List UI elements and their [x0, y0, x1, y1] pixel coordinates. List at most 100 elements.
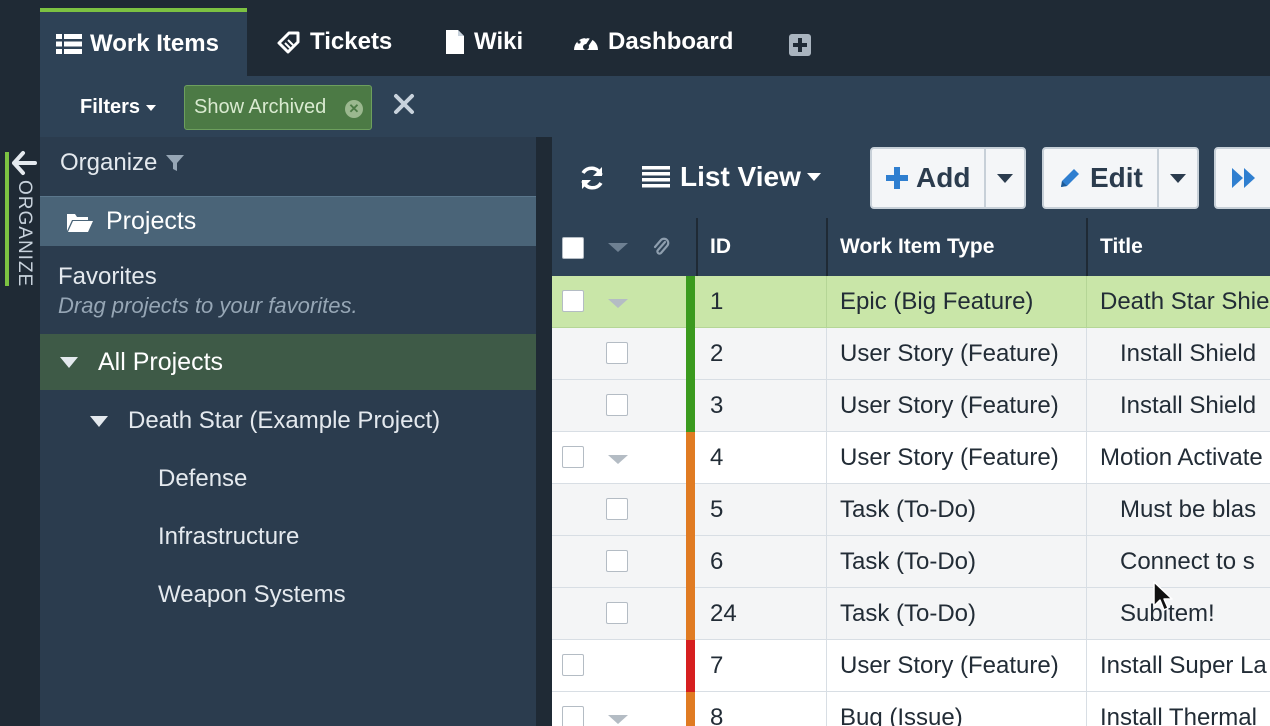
status-color-bar [686, 328, 695, 380]
fast-forward-button[interactable] [1216, 149, 1270, 207]
cell-title: Connect to s [1120, 548, 1255, 575]
add-tab-icon[interactable] [788, 33, 812, 57]
filter-icon[interactable] [165, 153, 185, 173]
tab-dashboard[interactable]: Dashboard [572, 8, 733, 76]
tab-wiki[interactable]: Wiki [444, 8, 523, 76]
row-checkbox[interactable] [606, 394, 628, 416]
expand-triangle-icon[interactable] [608, 715, 628, 724]
cell-work-item-type: User Story (Feature) [840, 652, 1059, 679]
paperclip-icon[interactable] [652, 236, 670, 258]
table-row[interactable]: 1 Epic (Big Feature) Death Star Shie [552, 276, 1270, 328]
expand-all-icon[interactable] [608, 243, 628, 252]
cell-id: 8 [710, 704, 724, 726]
cell-work-item-type: Task (To-Do) [840, 548, 977, 575]
row-checkbox[interactable] [562, 290, 584, 312]
project-label: Death Star (Example Project) [128, 407, 441, 434]
view-selector[interactable]: List View [642, 161, 821, 193]
close-icon[interactable] [392, 92, 416, 116]
arrow-left-icon[interactable] [11, 150, 37, 176]
top-tab-bar: Work Items Tickets Wiki Dashboard [40, 0, 1270, 76]
expand-triangle-icon[interactable] [608, 299, 628, 308]
cell-id: 7 [710, 652, 724, 679]
next-button-group[interactable] [1214, 147, 1270, 209]
cell-title: Install Shield [1120, 340, 1257, 367]
subproject-label: Defense [158, 465, 248, 492]
expand-triangle-icon[interactable] [90, 415, 108, 427]
cell-id: 6 [710, 548, 724, 575]
tree-item-project[interactable]: Death Star (Example Project) [90, 407, 440, 435]
row-checkbox[interactable] [606, 498, 628, 520]
expand-triangle-icon[interactable] [60, 356, 78, 368]
caret-down-icon [1169, 173, 1186, 183]
select-all-checkbox[interactable] [562, 237, 584, 259]
status-color-bar [686, 276, 695, 328]
status-color-bar [686, 640, 695, 692]
sidebar-heading: Organize [60, 149, 158, 176]
row-checkbox[interactable] [562, 446, 584, 468]
tree-item-infrastructure[interactable]: Infrastructure [158, 523, 299, 551]
column-separator[interactable] [826, 218, 828, 276]
cell-work-item-type: Epic (Big Feature) [840, 288, 1034, 315]
organize-strip[interactable]: ORGANIZE [0, 0, 40, 726]
row-checkbox[interactable] [562, 706, 584, 726]
column-header-id[interactable]: ID [710, 218, 731, 276]
table-row[interactable]: 7 User Story (Feature) Install Super La [552, 640, 1270, 692]
cell-divider [1086, 536, 1087, 588]
work-items-grid-panel: List View Add Edit ID Work Item Type Tit… [552, 137, 1270, 726]
folder-open-icon [67, 213, 93, 232]
cell-id: 5 [710, 496, 724, 523]
list-lines-icon [642, 166, 670, 188]
table-row[interactable]: 2 User Story (Feature) Install Shield [552, 328, 1270, 380]
pencil-icon [1061, 169, 1079, 187]
caret-down-icon [997, 173, 1014, 183]
cell-divider [826, 640, 827, 692]
tree-item-weapon-systems[interactable]: Weapon Systems [158, 581, 346, 609]
refresh-icon[interactable] [578, 164, 606, 192]
cell-divider [1086, 276, 1087, 328]
edit-button[interactable]: Edit [1044, 149, 1159, 207]
tab-label: Wiki [474, 28, 524, 55]
list-icon [56, 34, 82, 54]
expand-triangle-icon[interactable] [608, 455, 628, 464]
sidebar-item-projects[interactable]: Projects [40, 196, 536, 246]
cell-title: Install Thermal [1100, 704, 1257, 726]
cell-title: Install Super La [1100, 652, 1267, 679]
cell-divider [1086, 588, 1087, 640]
cell-title: Must be blas [1120, 496, 1257, 523]
row-checkbox[interactable] [562, 654, 584, 676]
tree-item-defense[interactable]: Defense [158, 465, 247, 493]
cell-work-item-type: User Story (Feature) [840, 392, 1059, 419]
row-checkbox[interactable] [606, 550, 628, 572]
add-button[interactable]: Add [872, 149, 987, 207]
all-projects-label: All Projects [98, 347, 224, 376]
caret-down-icon [146, 104, 157, 111]
cell-divider [1086, 640, 1087, 692]
add-dropdown-button[interactable] [986, 149, 1024, 207]
column-separator[interactable] [696, 218, 698, 276]
cell-divider [1086, 432, 1087, 484]
remove-chip-icon[interactable]: ✕ [345, 100, 363, 118]
cell-divider [826, 484, 827, 536]
status-color-bar [686, 536, 695, 588]
tab-tickets[interactable]: Tickets [276, 8, 392, 76]
filter-chip-show-archived[interactable]: Show Archived ✕ [184, 85, 372, 130]
table-row[interactable]: 4 User Story (Feature) Motion Activate [552, 432, 1270, 484]
grid-header: ID Work Item Type Title [552, 218, 1270, 276]
table-row[interactable]: 3 User Story (Feature) Install Shield [552, 380, 1270, 432]
filters-dropdown[interactable]: Filters [80, 96, 157, 119]
column-header-type[interactable]: Work Item Type [840, 218, 994, 276]
tab-work-items[interactable]: Work Items [40, 8, 247, 76]
status-color-bar [686, 380, 695, 432]
edit-label: Edit [1090, 162, 1143, 193]
subproject-label: Weapon Systems [158, 581, 346, 608]
tree-item-all-projects[interactable]: All Projects [40, 334, 536, 390]
column-separator[interactable] [1086, 218, 1088, 276]
table-row[interactable]: 5 Task (To-Do) Must be blas [552, 484, 1270, 536]
row-checkbox[interactable] [606, 602, 628, 624]
cell-divider [1086, 484, 1087, 536]
column-header-title[interactable]: Title [1100, 218, 1143, 276]
edit-button-group: Edit [1042, 147, 1199, 209]
edit-dropdown-button[interactable] [1159, 149, 1197, 207]
row-checkbox[interactable] [606, 342, 628, 364]
table-row[interactable]: 8 Bug (Issue) Install Thermal [552, 692, 1270, 726]
